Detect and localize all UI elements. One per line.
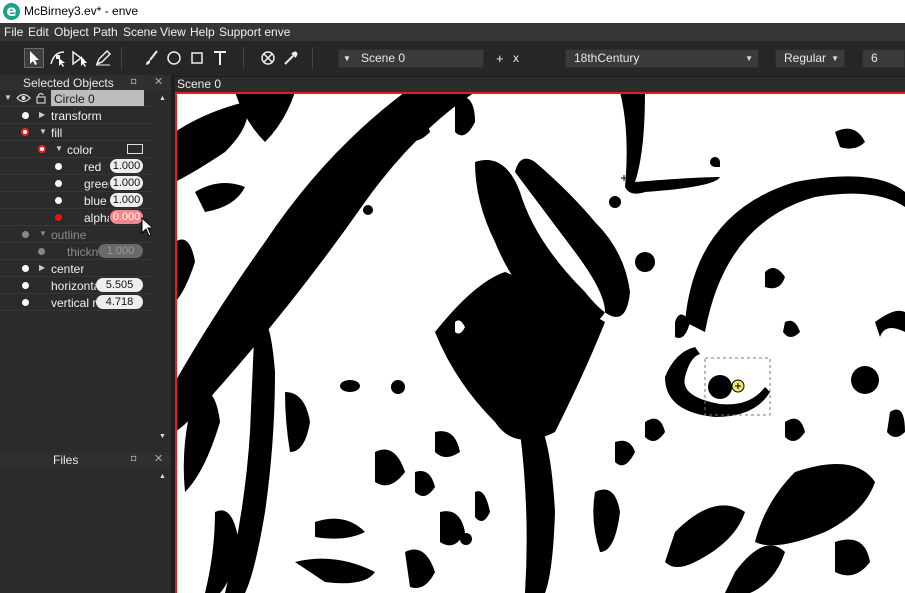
property-row-transform[interactable]: ▶ transform (0, 107, 152, 124)
property-row-vertical-radius[interactable]: vertical radius 4.718 (0, 294, 152, 311)
visibility-eye-icon[interactable] (16, 93, 31, 103)
panel-title: Files (53, 453, 79, 467)
menu-file[interactable]: File (4, 25, 23, 39)
thickness-value-input[interactable]: 1.000 (98, 244, 143, 258)
remove-scene-button[interactable]: x (513, 51, 519, 65)
vertical-radius-input[interactable]: 4.718 (96, 295, 143, 309)
scroll-up-icon[interactable]: ▲ (159, 95, 166, 102)
horizontal-radius-input[interactable]: 5.505 (96, 278, 143, 292)
enve-logo-icon: e (3, 3, 20, 20)
null-object-icon[interactable] (258, 48, 278, 68)
keyframe-dot-icon[interactable] (38, 145, 46, 153)
keyframe-dot-icon[interactable] (55, 214, 62, 221)
title-bar: e McBirney3.ev* - enve (0, 0, 905, 23)
chevron-right-icon[interactable]: ▶ (39, 263, 45, 272)
alpha-value-input[interactable]: 0.000 (110, 210, 143, 224)
toolbar: ▼ Scene 0 + x 18thCentury ▼ Regular ▼ 6 (0, 41, 905, 77)
keyframe-dot-icon[interactable] (55, 163, 62, 170)
circle-icon[interactable] (164, 48, 184, 68)
menu-support-enve[interactable]: Support enve (219, 25, 290, 39)
keyframe-dot-icon[interactable] (38, 248, 45, 255)
pointer-icon[interactable] (24, 48, 44, 68)
keyframe-dot-icon[interactable] (22, 282, 29, 289)
scene-tab[interactable]: Scene 0 (175, 77, 905, 92)
property-row-alpha[interactable]: alpha 0.000 (0, 209, 152, 226)
chevron-down-icon: ▼ (343, 54, 351, 63)
chevron-down-icon[interactable]: ▼ (39, 127, 47, 136)
object-name-field[interactable]: Circle 0 (51, 90, 144, 106)
font-style-select[interactable]: Regular ▼ (775, 49, 845, 68)
selected-objects-scrollbar[interactable]: ▲ ▼ (152, 90, 171, 447)
property-row-thickness[interactable]: thickness 1.000 (0, 243, 152, 260)
menu-help[interactable]: Help (190, 25, 215, 39)
pen-icon[interactable] (93, 48, 113, 68)
keyframe-dot-icon[interactable] (21, 128, 29, 136)
selected-objects-panel: ▼ Circle 0 ▶ transform ▼ fill ▼ color re… (0, 90, 171, 447)
object-row-circle[interactable]: ▼ Circle 0 (0, 90, 152, 107)
blue-value-input[interactable]: 1.000 (110, 193, 143, 207)
chevron-down-icon[interactable]: ▼ (4, 93, 12, 102)
color-picker-icon[interactable] (281, 48, 301, 68)
property-row-green[interactable]: green 1.000 (0, 175, 152, 192)
text-icon[interactable] (210, 48, 230, 68)
chevron-down-icon: ▼ (831, 54, 839, 63)
property-row-color[interactable]: ▼ color (0, 141, 152, 158)
green-value-input[interactable]: 1.000 (110, 176, 143, 190)
chevron-down-icon[interactable]: ▼ (39, 229, 47, 238)
menu-bar: File Edit Object Path Scene View Help Su… (0, 23, 905, 41)
menu-view[interactable]: View (160, 25, 186, 39)
selected-objects-header: Selected Objects ◘ ✕ (0, 75, 171, 91)
keyframe-dot-icon[interactable] (22, 231, 29, 238)
canvas-frame (175, 92, 905, 593)
close-icon[interactable]: ✕ (154, 75, 163, 88)
property-row-blue[interactable]: blue 1.000 (0, 192, 152, 209)
files-header: Files ◘ ✕ (0, 452, 171, 468)
float-panel-icon[interactable]: ◘ (131, 76, 136, 86)
chevron-down-icon: ▼ (745, 54, 753, 63)
panel-title: Selected Objects (23, 76, 114, 90)
path-edit-icon[interactable] (70, 48, 90, 68)
chevron-down-icon[interactable]: ▼ (55, 144, 63, 153)
chevron-right-icon[interactable]: ▶ (39, 110, 45, 119)
font-size-input[interactable]: 6 (862, 49, 905, 68)
menu-path[interactable]: Path (93, 25, 118, 39)
keyframe-dot-icon[interactable] (22, 265, 29, 272)
scroll-up-icon[interactable]: ▲ (159, 473, 166, 480)
font-family-select[interactable]: 18thCentury ▼ (565, 49, 759, 68)
scene-canvas[interactable] (175, 92, 905, 593)
node-edit-icon[interactable] (48, 48, 68, 68)
property-row-center[interactable]: ▶ center (0, 260, 152, 277)
menu-object[interactable]: Object (54, 25, 89, 39)
property-row-horizontal-radius[interactable]: horizontal radius 5.505 (0, 277, 152, 294)
lock-icon[interactable] (36, 92, 46, 104)
property-row-fill[interactable]: ▼ fill (0, 124, 152, 141)
keyframe-dot-icon[interactable] (22, 112, 29, 119)
color-swatch[interactable] (127, 144, 143, 154)
keyframe-dot-icon[interactable] (55, 180, 62, 187)
float-panel-icon[interactable]: ◘ (131, 453, 136, 463)
files-panel: ▲ (0, 468, 171, 593)
red-value-input[interactable]: 1.000 (110, 159, 143, 173)
scene-select[interactable]: ▼ Scene 0 (338, 49, 484, 68)
close-icon[interactable]: ✕ (154, 452, 163, 465)
menu-edit[interactable]: Edit (28, 25, 49, 39)
keyframe-dot-icon[interactable] (55, 197, 62, 204)
property-row-red[interactable]: red 1.000 (0, 158, 152, 175)
window-title: McBirney3.ev* - enve (24, 4, 139, 18)
scroll-down-icon[interactable]: ▼ (159, 433, 166, 440)
rectangle-icon[interactable] (187, 48, 207, 68)
keyframe-dot-icon[interactable] (22, 299, 29, 306)
brush-icon[interactable] (142, 48, 162, 68)
menu-scene[interactable]: Scene (123, 25, 157, 39)
add-scene-button[interactable]: + (496, 51, 504, 66)
property-row-outline[interactable]: ▼ outline (0, 226, 152, 243)
